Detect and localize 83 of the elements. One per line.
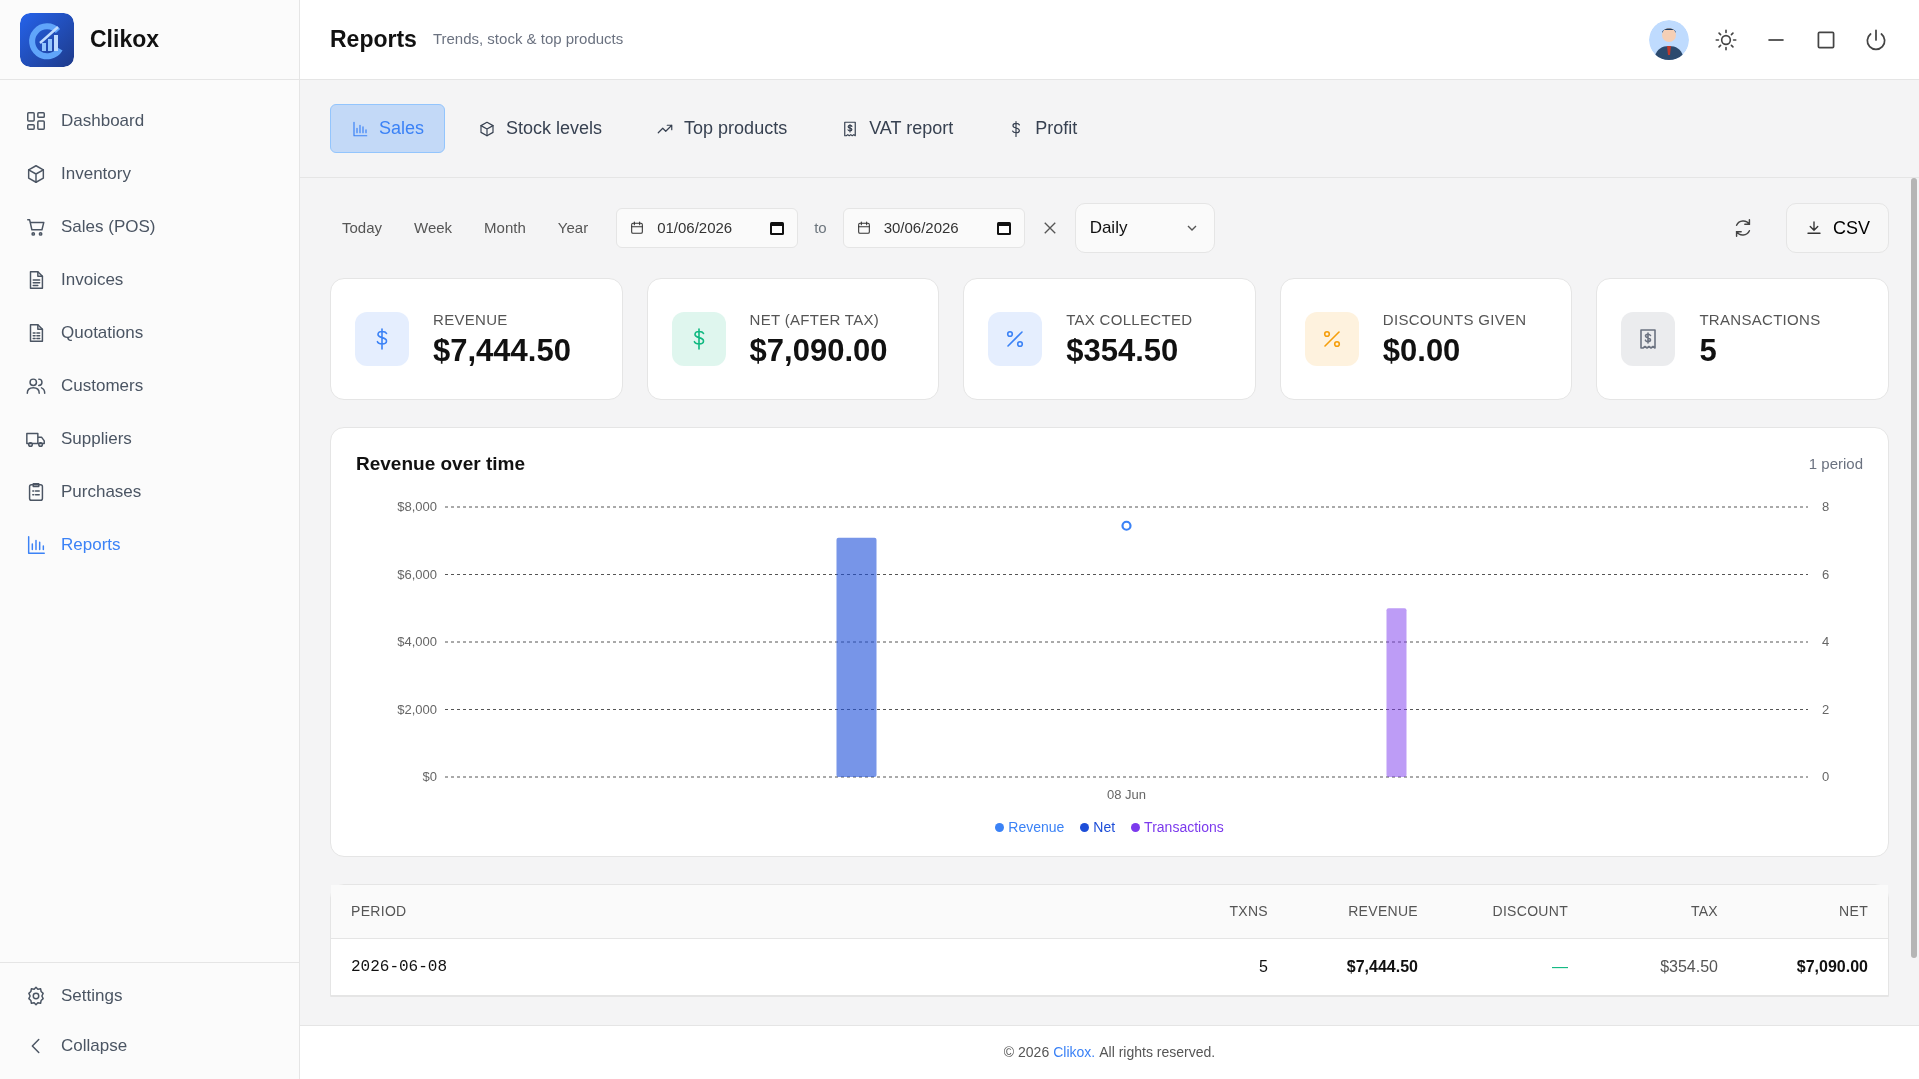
y-tick-label: $8,000 <box>397 498 437 514</box>
table-cell: 2026-06-08 <box>331 938 1178 995</box>
sidebar-item[interactable]: Reports <box>0 518 299 571</box>
calendar-icon <box>855 220 872 236</box>
sidebar-item[interactable]: Invoices <box>0 253 299 306</box>
date-field[interactable]: 01/06/2026 <box>616 208 799 248</box>
grid-icon <box>25 109 47 132</box>
stat-value: $354.50 <box>1066 331 1180 369</box>
download-icon <box>1805 219 1823 237</box>
sidebar-item[interactable]: Customers <box>0 359 299 412</box>
period-preset[interactable]: Year <box>545 210 601 246</box>
brand-link[interactable]: Clikox. <box>1053 1042 1096 1063</box>
table-cell: $354.50 <box>1588 938 1738 995</box>
y2-tick-label: 0 <box>1822 768 1830 784</box>
column-header: DISCOUNT <box>1438 884 1588 938</box>
y-tick-label: $6,000 <box>397 566 437 581</box>
period-count: 1 period <box>1808 454 1863 474</box>
y-tick-label: $4,000 <box>397 633 437 649</box>
y-tick-label: $2,000 <box>397 701 437 716</box>
revenue-point <box>1121 520 1132 531</box>
avatar[interactable] <box>1649 19 1689 60</box>
stat-label: DISCOUNTS GIVEN <box>1382 310 1527 331</box>
stat-label: REVENUE <box>433 310 509 331</box>
stat-label: NET (AFTER TAX) <box>749 310 881 331</box>
table-cell: 5 <box>1178 938 1288 995</box>
chart-title: Revenue over time <box>356 452 525 476</box>
y2-tick-label: 4 <box>1822 633 1830 649</box>
legend-label[interactable]: Transactions <box>1144 816 1224 838</box>
period-preset[interactable]: Today <box>330 210 395 246</box>
copyright-text: © 2026 <box>1003 1043 1050 1062</box>
brand-name: Clikox <box>90 25 160 55</box>
table-cell: — <box>1438 938 1588 995</box>
column-header: TAX <box>1588 884 1738 938</box>
report-tab[interactable]: Stock levels <box>457 104 624 153</box>
sidebar-item[interactable]: Purchases <box>0 465 299 518</box>
settings-icon <box>25 985 47 1007</box>
sidebar-item[interactable]: Settings <box>0 971 299 1021</box>
stat-label: TRANSACTIONS <box>1699 310 1821 331</box>
stat-value: $7,090.00 <box>749 331 888 369</box>
cube-icon <box>478 119 497 138</box>
logo-icon <box>20 12 74 67</box>
report-tab[interactable]: VAT report <box>820 104 975 153</box>
rights-text: All rights reserved. <box>1099 1043 1216 1062</box>
scrollbar[interactable] <box>1911 178 1917 958</box>
legend-label[interactable]: Revenue <box>1008 816 1065 838</box>
report-tab[interactable]: Profit <box>986 104 1099 153</box>
stat-value: 5 <box>1699 331 1718 369</box>
sidebar-item[interactable]: Sales (POS) <box>0 200 299 253</box>
csv-export-button[interactable]: CSV <box>1786 203 1889 253</box>
table-cell: $7,444.50 <box>1288 938 1438 995</box>
sidebar-item[interactable]: Quotations <box>0 306 299 359</box>
sidebar-item[interactable]: Collapse <box>0 1021 299 1071</box>
calendar-icon <box>995 220 1012 236</box>
sidebar-item[interactable]: Inventory <box>0 147 299 200</box>
y2-tick-label: 6 <box>1822 566 1830 581</box>
page-subtitle: Trends, stock & top products <box>432 29 624 50</box>
table-cell: $7,090.00 <box>1738 938 1888 995</box>
stat-value: $0.00 <box>1382 331 1462 369</box>
column-header: REVENUE <box>1288 884 1438 938</box>
column-header: PERIOD <box>331 884 1178 938</box>
cube-icon <box>25 162 47 185</box>
legend-label[interactable]: Net <box>1093 816 1116 838</box>
bar-chart-icon <box>25 533 47 556</box>
stat-value: $7,444.50 <box>433 331 571 369</box>
report-tab[interactable]: Top products <box>635 104 809 153</box>
calendar-icon <box>769 220 786 236</box>
grouping-select[interactable]: Daily <box>1074 203 1215 253</box>
x-tick-label: 08 Jun <box>1107 786 1146 802</box>
y2-tick-label: 2 <box>1822 701 1830 716</box>
date-field[interactable]: 30/06/2026 <box>842 208 1025 248</box>
column-header: NET <box>1738 884 1888 938</box>
period-preset[interactable]: Week <box>402 210 465 246</box>
page-title: Reports <box>330 25 417 55</box>
y2-tick-label: 8 <box>1822 498 1830 514</box>
column-header: TXNS <box>1178 884 1288 938</box>
period-preset[interactable]: Month <box>472 210 538 246</box>
bar-chart-icon <box>351 119 369 138</box>
sidebar-item[interactable]: Suppliers <box>0 412 299 465</box>
stat-label: TAX COLLECTED <box>1066 310 1193 331</box>
range-separator: to <box>814 217 827 238</box>
calendar-icon <box>629 220 646 236</box>
sidebar-item[interactable]: Dashboard <box>0 94 299 147</box>
y-tick-label: $0 <box>422 768 437 784</box>
